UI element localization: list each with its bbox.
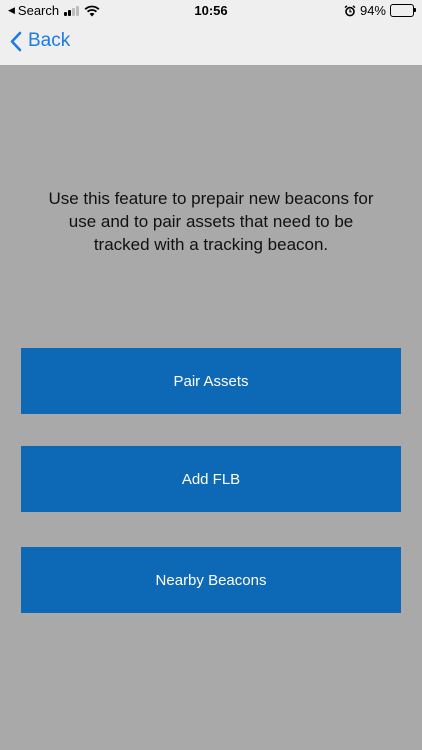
back-label: Back: [28, 30, 71, 51]
status-right: 94%: [344, 3, 416, 18]
alarm-icon: [344, 4, 356, 16]
battery-percent: 94%: [359, 3, 386, 18]
status-bar: ◀ Search 10:56 94%: [0, 0, 422, 22]
pair-assets-button[interactable]: Pair Assets: [21, 348, 401, 414]
add-flb-button[interactable]: Add FLB: [21, 446, 401, 512]
back-button[interactable]: Back: [10, 30, 70, 52]
battery-icon: [390, 4, 416, 17]
nearby-beacons-button[interactable]: Nearby Beacons: [21, 547, 401, 613]
feature-description: Use this feature to prepair new beacons …: [48, 189, 374, 254]
navigation-bar: Back: [0, 22, 422, 65]
chevron-left-icon: [10, 31, 22, 51]
